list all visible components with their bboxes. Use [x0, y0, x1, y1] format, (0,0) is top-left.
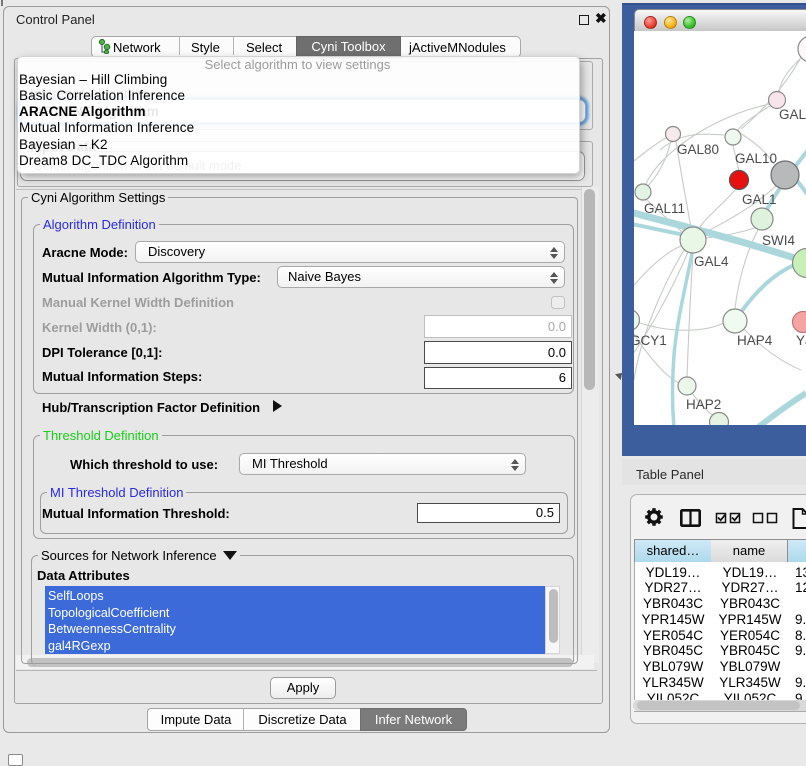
svg-text:HAP2: HAP2	[686, 397, 721, 412]
svg-text:GAL11: GAL11	[644, 201, 685, 216]
svg-text:GAL10: GAL10	[735, 151, 777, 166]
svg-text:GAL1: GAL1	[742, 192, 777, 207]
svg-text:HAP4: HAP4	[737, 333, 773, 348]
svg-text:YJL0: YJL0	[796, 333, 806, 348]
svg-text:SWI4: SWI4	[762, 233, 795, 248]
svg-text:GAL7: GAL7	[779, 107, 806, 122]
svg-text:GCY1: GCY1	[634, 333, 667, 348]
svg-text:GAL80: GAL80	[677, 142, 719, 157]
svg-text:GAL4: GAL4	[694, 254, 729, 269]
